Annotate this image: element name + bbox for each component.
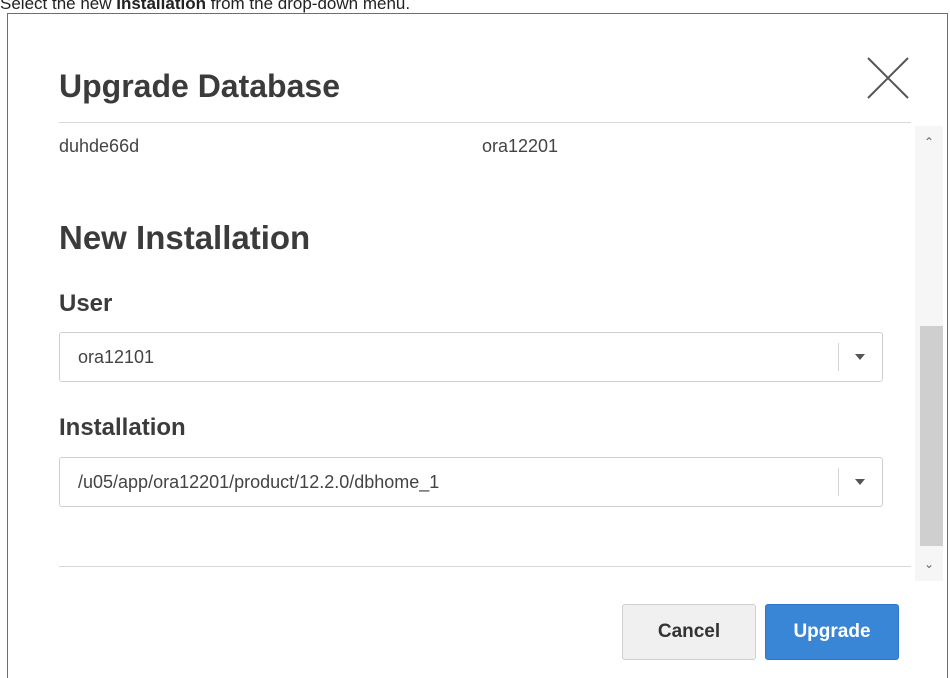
scroll-down-icon[interactable]: ⌄ bbox=[923, 558, 935, 570]
current-user-name: ora12201 bbox=[482, 136, 559, 156]
select-separator bbox=[838, 468, 839, 496]
scroll-up-icon[interactable]: ⌃ bbox=[923, 136, 935, 148]
header-divider bbox=[59, 122, 911, 123]
vertical-scrollbar[interactable]: ⌃ ⌄ bbox=[915, 126, 943, 581]
dialog-title: Upgrade Database bbox=[59, 68, 340, 104]
upgrade-button[interactable]: Upgrade bbox=[765, 604, 899, 660]
installation-select-value: /u05/app/ora12201/product/12.2.0/dbhome_… bbox=[78, 472, 440, 492]
scrollbar-thumb[interactable] bbox=[920, 326, 943, 546]
chevron-down-icon[interactable] bbox=[855, 479, 865, 485]
upgrade-database-dialog: Upgrade Database duhde66d ora12201 New I… bbox=[7, 13, 948, 678]
user-label: User bbox=[59, 290, 113, 317]
new-installation-heading: New Installation bbox=[59, 219, 311, 256]
footer-divider bbox=[59, 566, 911, 567]
dialog-scroll-area: duhde66d ora12201 New Installation User … bbox=[8, 124, 943, 564]
installation-select[interactable]: /u05/app/ora12201/product/12.2.0/dbhome_… bbox=[59, 457, 883, 507]
installation-label: Installation bbox=[59, 414, 186, 441]
instruction-bold: Installation bbox=[116, 0, 206, 13]
instruction-text: Select the new Installation from the dro… bbox=[0, 0, 410, 14]
instruction-prefix: Select the new bbox=[0, 0, 117, 13]
user-select-value: ora12101 bbox=[78, 347, 155, 367]
instruction-suffix: from the drop-down menu. bbox=[205, 0, 411, 13]
chevron-down-icon[interactable] bbox=[855, 354, 865, 360]
select-separator bbox=[838, 343, 839, 371]
close-icon[interactable] bbox=[864, 54, 912, 102]
user-select[interactable]: ora12101 bbox=[59, 332, 883, 382]
current-database-name: duhde66d bbox=[59, 136, 140, 156]
cancel-button[interactable]: Cancel bbox=[622, 604, 756, 660]
